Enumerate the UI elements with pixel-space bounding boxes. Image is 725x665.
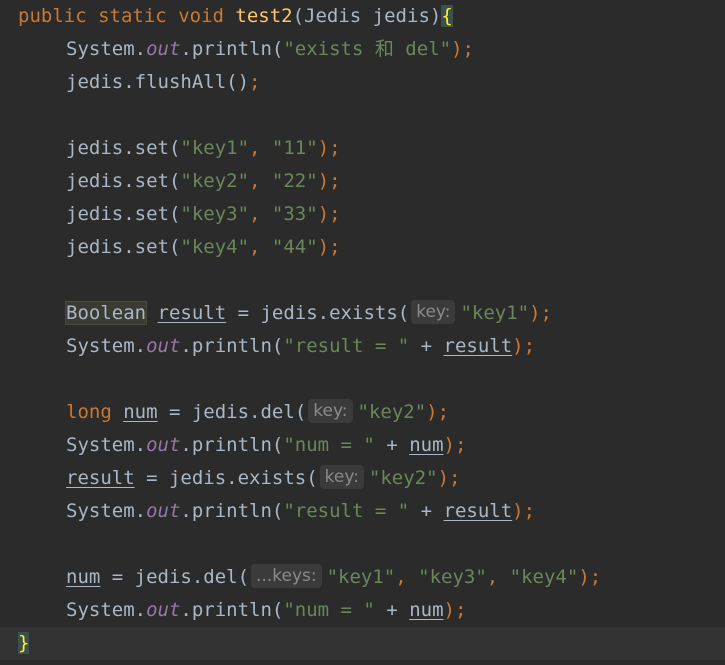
code-line-1: public static void test2(Jedis jedis){ — [18, 5, 453, 27]
code-line-19: System.out.println("num = " + num); — [66, 599, 467, 621]
code-line-5: jedis.set("key1", "11"); — [66, 137, 341, 159]
param-hint: ...keys: — [251, 564, 322, 588]
code-line-7: jedis.set("key3", "33"); — [66, 203, 341, 225]
code-line-13: long num = jedis.del(key: "key2"); — [66, 399, 450, 423]
matched-brace-open: { — [441, 5, 453, 27]
highlighted-type: Boolean — [64, 301, 148, 325]
code-line-6: jedis.set("key2", "22"); — [66, 170, 341, 192]
code-line-16: System.out.println("result = " + result)… — [66, 500, 536, 522]
method-name: test2 — [235, 5, 293, 27]
code-line-2: System.out.println("exists 和 del"); — [66, 38, 474, 60]
code-line-3: jedis.flushAll(); — [66, 71, 261, 93]
code-line-11: System.out.println("result = " + result)… — [66, 335, 536, 357]
param-hint: key: — [319, 465, 364, 489]
code-line-10: Boolean result = jedis.exists(key: "key1"… — [64, 300, 552, 325]
code-line-20-current[interactable]: } — [0, 627, 725, 660]
variable-result: result — [157, 302, 227, 324]
code-line-14: System.out.println("num = " + num); — [66, 434, 467, 456]
code-line-15: result = jedis.exists(key: "key2"); — [66, 465, 461, 489]
variable-num: num — [123, 401, 158, 423]
param-hint: key: — [308, 399, 353, 423]
code-line-8: jedis.set("key4", "44"); — [66, 236, 341, 258]
code-editor[interactable]: public static void test2(Jedis jedis){ S… — [0, 0, 725, 665]
param-hint: key: — [411, 300, 456, 324]
code-line-18: num = jedis.del(...keys: "key1", "key3", … — [66, 564, 602, 588]
matched-brace-close: } — [18, 632, 30, 654]
